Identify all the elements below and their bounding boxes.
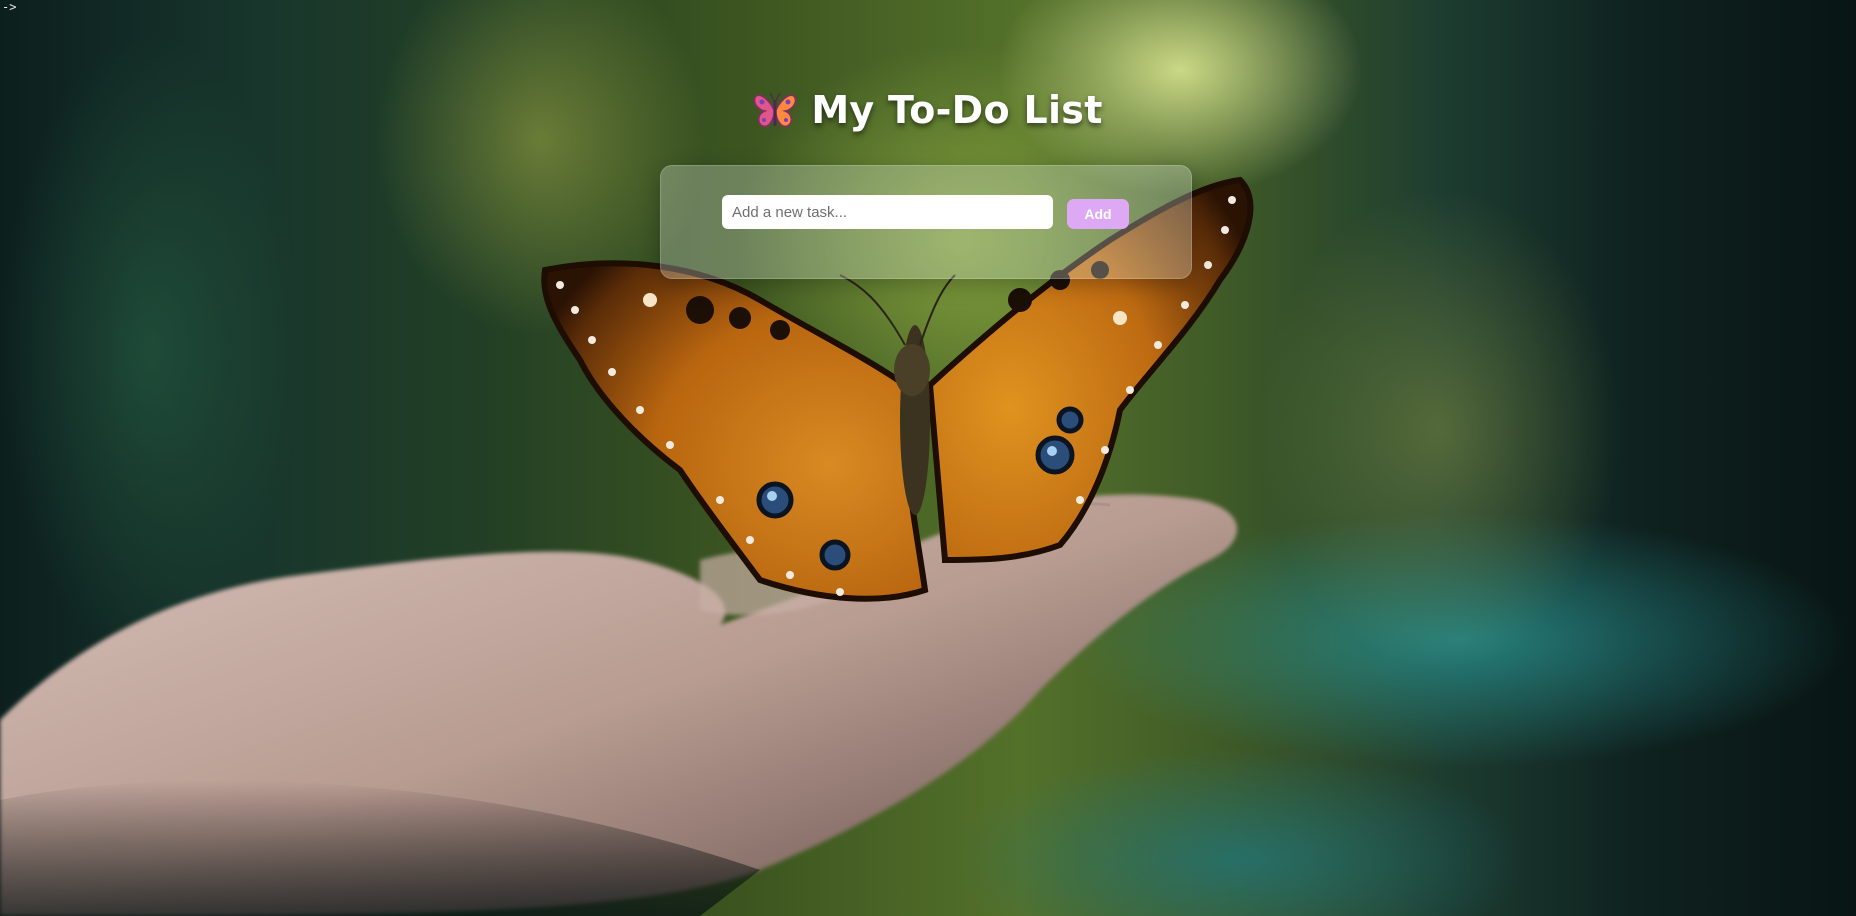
task-input[interactable] xyxy=(722,195,1053,229)
add-task-button[interactable]: Add xyxy=(1067,199,1129,229)
add-task-card: Add xyxy=(660,165,1192,279)
app-page: -> My To-Do List Add xyxy=(0,0,1856,916)
title-text: My To-Do List xyxy=(811,88,1103,132)
hand-shape xyxy=(0,494,1238,916)
butterfly-icon xyxy=(753,90,797,130)
background-photo xyxy=(0,176,1254,916)
page-title: My To-Do List xyxy=(0,88,1856,132)
corner-marker: -> xyxy=(2,0,17,14)
